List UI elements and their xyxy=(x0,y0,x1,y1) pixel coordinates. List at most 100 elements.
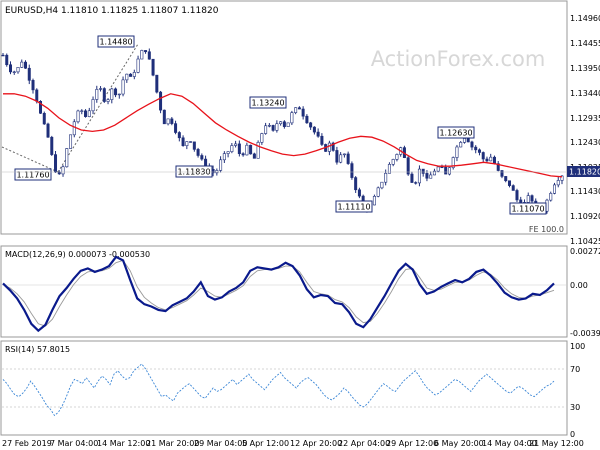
candle-body xyxy=(110,88,114,100)
price-annotation: 1.11110 xyxy=(335,200,373,213)
candle-body xyxy=(376,187,380,197)
candle-body xyxy=(222,153,226,161)
candle-body xyxy=(260,133,264,143)
price-annotation: 1.12630 xyxy=(437,126,475,139)
candle-body xyxy=(132,72,136,77)
x-tick: 21 May 12:00 xyxy=(529,439,584,448)
annotation-label: 1.11070 xyxy=(511,205,544,214)
price-annotation: 1.14480 xyxy=(97,35,135,48)
macd-y-tick: 0.00 xyxy=(570,281,588,290)
candle-body xyxy=(256,142,260,159)
candle-body xyxy=(425,173,429,179)
candle-body xyxy=(237,143,241,154)
candle-body xyxy=(162,109,166,125)
candle-body xyxy=(271,125,275,131)
candle-body xyxy=(556,180,560,186)
candle-body xyxy=(117,93,121,96)
candle-body xyxy=(342,153,346,156)
candle-body xyxy=(125,73,129,81)
macd-panel: MACD(12,26,9) 0.000073 -0.000530 0.00272… xyxy=(0,245,600,338)
price-y-tick: 1.13440 xyxy=(570,89,600,98)
candle-body xyxy=(290,112,294,124)
candle-body xyxy=(447,167,451,175)
price-annotation: 1.11070 xyxy=(509,202,547,215)
candle-body xyxy=(27,67,31,81)
candle-body xyxy=(440,166,444,169)
candle-body xyxy=(65,148,69,168)
candle-body xyxy=(121,79,125,95)
candle-body xyxy=(24,61,28,69)
candle-body xyxy=(9,64,13,73)
macd-panel-frame xyxy=(0,245,568,338)
candle-body xyxy=(69,134,73,149)
candle-body xyxy=(230,145,234,152)
price-y-tick: 1.12430 xyxy=(570,138,600,147)
x-tick: 21 Mar 20:00 xyxy=(146,439,199,448)
annotation-label: 1.11110 xyxy=(337,203,370,212)
candle-body xyxy=(144,50,148,53)
candle-body xyxy=(84,110,88,117)
rsi-panel: RSI(14) 57.8015 100 70 30 0 xyxy=(0,340,585,439)
candle-body xyxy=(196,149,200,156)
price-y-tick: 1.10425 xyxy=(570,237,600,246)
candle-body xyxy=(252,153,256,159)
candle-body xyxy=(500,170,504,177)
candle-body xyxy=(485,158,489,162)
candle-body xyxy=(72,121,76,136)
candle-body xyxy=(414,182,418,184)
candle-body xyxy=(16,67,20,73)
candle-body xyxy=(80,110,84,112)
candle-body xyxy=(226,151,230,154)
candle-body xyxy=(421,168,425,174)
candle-body xyxy=(297,107,301,110)
candle-body xyxy=(91,99,95,112)
candle-body xyxy=(181,137,185,146)
candle-body xyxy=(305,115,309,124)
candle-body xyxy=(20,61,24,68)
candle-body xyxy=(526,195,530,203)
rsi-y-tick: 70 xyxy=(570,365,580,374)
fe-label: FE 100.0 xyxy=(529,225,564,234)
candle-body xyxy=(245,144,249,156)
candle-body xyxy=(234,143,238,146)
macd-title: MACD(12,26,9) 0.000073 -0.000530 xyxy=(5,250,150,259)
x-tick: 29 Apr 12:00 xyxy=(386,439,438,448)
candle-body xyxy=(312,126,316,133)
candle-body xyxy=(57,171,61,175)
candle-body xyxy=(35,89,39,102)
candle-body xyxy=(1,54,5,57)
candle-body xyxy=(309,122,313,128)
candle-body xyxy=(50,136,54,155)
candle-body xyxy=(372,196,376,206)
candle-body xyxy=(185,141,189,146)
candle-body xyxy=(151,58,155,76)
price-panel: EURUSD,H4 1.11810 1.11825 1.11807 1.1182… xyxy=(0,0,600,246)
rsi-y-tick: 30 xyxy=(570,403,580,412)
candle-body xyxy=(350,163,354,178)
candle-body xyxy=(61,166,65,175)
candle-body xyxy=(147,51,151,60)
chart-canvas: EURUSD,H4 1.11810 1.11825 1.11807 1.1182… xyxy=(0,0,600,448)
candle-body xyxy=(241,153,245,156)
macd-y-tick: 0.002723 xyxy=(570,247,600,256)
candle-body xyxy=(31,80,35,91)
rsi-panel-frame xyxy=(0,340,568,436)
candle-body xyxy=(320,135,324,145)
candle-body xyxy=(549,193,553,201)
candle-body xyxy=(166,118,170,125)
price-y-tick: 1.13950 xyxy=(570,64,600,73)
candle-body xyxy=(140,50,144,60)
candle-body xyxy=(515,190,519,201)
candle-body xyxy=(249,144,253,155)
candle-body xyxy=(170,118,174,124)
candle-body xyxy=(481,152,485,160)
candle-body xyxy=(477,149,481,153)
candle-body xyxy=(316,131,320,137)
watermark: ActionForex.com xyxy=(371,47,546,71)
candle-body xyxy=(406,157,410,175)
candle-body xyxy=(294,107,298,113)
candle-body xyxy=(102,88,106,102)
rsi-y-tick: 0 xyxy=(570,430,575,439)
price-annotation: 1.13240 xyxy=(249,96,287,109)
x-tick: 5 Apr 12:00 xyxy=(242,439,289,448)
